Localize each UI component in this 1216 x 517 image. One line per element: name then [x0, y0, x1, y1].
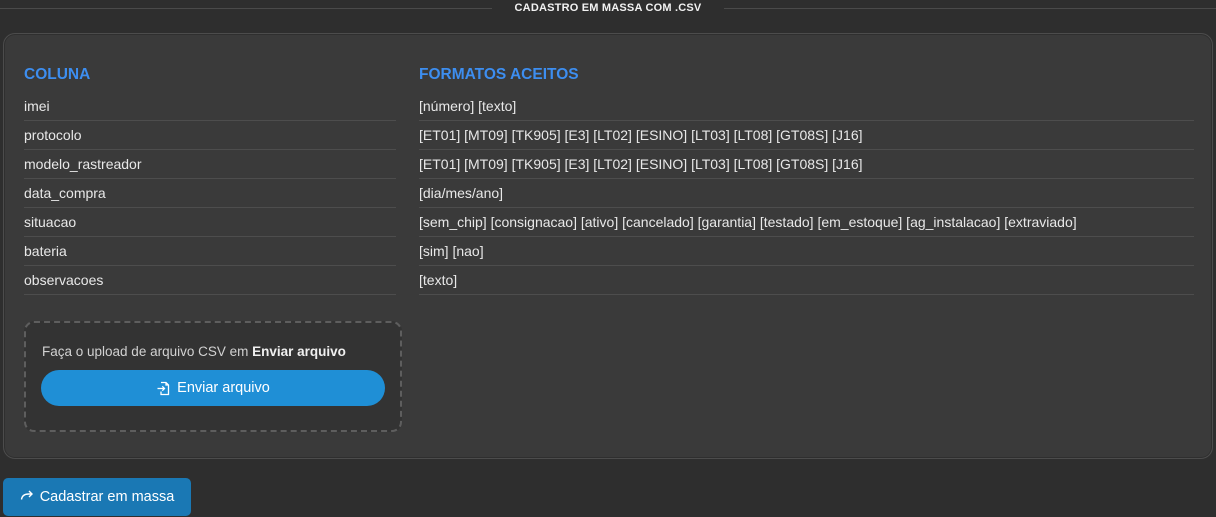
upload-file-button[interactable]: Enviar arquivo [41, 370, 385, 406]
divider-left [0, 8, 492, 9]
section-title: CADASTRO EM MASSA COM .CSV [514, 2, 702, 14]
upload-file-button-label: Enviar arquivo [177, 380, 270, 396]
cell-column-name: modelo_rastreador [24, 150, 396, 179]
format-table: COLUNA FORMATOS ACEITOS imei [número] [te… [24, 62, 1194, 295]
table-row: observacoes [texto] [24, 266, 1194, 295]
cell-accepted-formats: [dia/mes/ano] [419, 179, 1194, 208]
cell-column-name: situacao [24, 208, 396, 237]
cell-accepted-formats: [sem_chip] [consignacao] [ativo] [cancel… [419, 208, 1194, 237]
cell-column-name: observacoes [24, 266, 396, 295]
table-row: bateria [sim] [nao] [24, 237, 1194, 266]
upload-hint: Faça o upload de arquivo CSV em Enviar a… [42, 344, 346, 359]
mass-register-button-label: Cadastrar em massa [39, 489, 175, 505]
cell-accepted-formats: [sim] [nao] [419, 237, 1194, 266]
mass-register-button[interactable]: Cadastrar em massa [3, 478, 191, 516]
table-header: COLUNA FORMATOS ACEITOS [24, 62, 1194, 92]
cell-accepted-formats: [ET01] [MT09] [TK905] [E3] [LT02] [ESINO… [419, 150, 1194, 179]
share-arrow-icon [20, 489, 34, 505]
cell-column-name: imei [24, 92, 396, 121]
column-header-coluna: COLUNA [24, 66, 91, 83]
upload-hint-text: Faça o upload de arquivo CSV em [42, 344, 253, 359]
cell-column-name: data_compra [24, 179, 396, 208]
cell-accepted-formats: [ET01] [MT09] [TK905] [E3] [LT02] [ESINO… [419, 121, 1194, 150]
cell-column-name: bateria [24, 237, 396, 266]
table-row: data_compra [dia/mes/ano] [24, 179, 1194, 208]
cell-column-name: protocolo [24, 121, 396, 150]
table-row: modelo_rastreador [ET01] [MT09] [TK905] [… [24, 150, 1194, 179]
table-body: imei [número] [texto] protocolo [ET01] [MT0… [24, 92, 1194, 295]
section-header: CADASTRO EM MASSA COM .CSV [0, 0, 1216, 18]
upload-dropzone[interactable]: Faça o upload de arquivo CSV em Enviar a… [24, 321, 402, 432]
table-row: situacao [sem_chip] [consignacao] [ativo]… [24, 208, 1194, 237]
table-row: protocolo [ET01] [MT09] [TK905] [E3] [LT0… [24, 121, 1194, 150]
file-import-icon [156, 381, 170, 396]
cell-accepted-formats: [texto] [419, 266, 1194, 295]
table-row: imei [número] [texto] [24, 92, 1194, 121]
bulk-csv-page: CADASTRO EM MASSA COM .CSV COLUNA FORMAT… [0, 0, 1216, 517]
divider-right [724, 8, 1216, 9]
column-header-formatos: FORMATOS ACEITOS [419, 66, 579, 83]
cell-accepted-formats: [número] [texto] [419, 92, 1194, 121]
upload-hint-bold: Enviar arquivo [252, 344, 346, 359]
